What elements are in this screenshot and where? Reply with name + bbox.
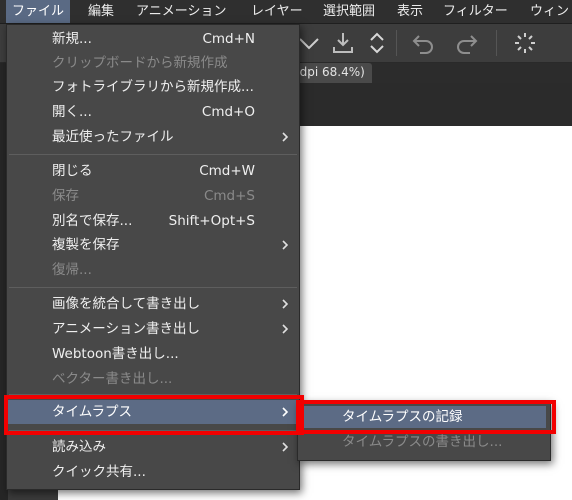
- menu-item-new[interactable]: 新規... Cmd+N: [7, 27, 299, 51]
- submenu-arrow-icon: [282, 132, 289, 142]
- submenu-item-label: タイムラプスの記録: [342, 409, 463, 425]
- redo-icon[interactable]: [454, 30, 480, 56]
- timelapse-submenu: タイムラプスの記録 タイムラプスの書き出し...: [297, 401, 551, 461]
- spinner-icon[interactable]: [512, 30, 538, 56]
- menu-file[interactable]: ファイル: [6, 0, 71, 23]
- submenu-arrow-icon: [282, 240, 289, 250]
- menu-item-close[interactable]: 閉じる Cmd+W: [7, 159, 299, 183]
- menu-item-label: Webtoon書き出し...: [52, 346, 179, 362]
- menu-item-shortcut: Cmd+W: [199, 163, 255, 179]
- menu-item-label: 開く...: [52, 104, 92, 120]
- menu-item-label: 読み込み: [52, 439, 106, 455]
- menu-item-label: 複製を保存: [52, 237, 120, 253]
- menu-item-new-from-clipboard[interactable]: クリップボードから新規作成: [7, 51, 299, 75]
- menu-item-label: フォトライブラリから新規作成...: [52, 79, 254, 95]
- submenu-arrow-icon: [282, 407, 289, 417]
- file-menu: 新規... Cmd+N クリップボードから新規作成 フォトライブラリから新規作成…: [6, 24, 300, 490]
- toolbar-divider: [396, 30, 397, 56]
- menu-bar: ファイル 編集 アニメーション レイヤー 選択範囲 表示 フィルター ウィン: [0, 0, 572, 24]
- menu-item-open[interactable]: 開く... Cmd+O: [7, 100, 299, 124]
- toolbar-divider: [496, 30, 497, 56]
- menu-item-label: 閉じる: [52, 163, 93, 179]
- menu-item-revert[interactable]: 復帰...: [7, 258, 299, 282]
- menu-layer[interactable]: レイヤー: [251, 0, 303, 23]
- menu-item-label: クリップボードから新規作成: [52, 55, 228, 71]
- stepper-icon[interactable]: [364, 30, 390, 56]
- menu-item-label: クイック共有...: [52, 464, 146, 480]
- submenu-arrow-icon: [282, 442, 289, 452]
- menu-item-shortcut: Shift+Opt+S: [168, 213, 255, 229]
- menu-item-export-flattened[interactable]: 画像を統合して書き出し: [7, 292, 299, 316]
- menu-item-recent-files[interactable]: 最近使ったファイル: [7, 125, 299, 149]
- submenu-arrow-icon: [282, 324, 289, 334]
- undo-icon[interactable]: [410, 30, 436, 56]
- menu-item-shortcut: Cmd+S: [203, 188, 255, 204]
- menu-item-label: 最近使ったファイル: [52, 129, 174, 145]
- menu-separator: [9, 287, 297, 288]
- menu-item-shortcut: Cmd+O: [201, 104, 255, 120]
- menu-item-shortcut: Cmd+N: [202, 31, 255, 47]
- menu-item-quick-share[interactable]: クイック共有...: [7, 460, 299, 484]
- menu-view[interactable]: 表示: [397, 0, 423, 23]
- menu-item-export-webtoon[interactable]: Webtoon書き出し...: [7, 342, 299, 366]
- menu-item-label: 画像を統合して書き出し: [52, 296, 201, 312]
- menu-item-export-vector[interactable]: ベクター書き出し...: [7, 367, 299, 391]
- download-icon[interactable]: [330, 30, 356, 56]
- menu-item-save[interactable]: 保存 Cmd+S: [7, 184, 299, 208]
- submenu-arrow-icon: [282, 299, 289, 309]
- menu-selection[interactable]: 選択範囲: [323, 0, 375, 23]
- menu-separator: [9, 154, 297, 155]
- submenu-item-label: タイムラプスの書き出し...: [342, 434, 503, 450]
- menu-item-label: 復帰...: [52, 262, 92, 278]
- menu-item-label: 保存: [52, 188, 79, 204]
- submenu-item-export-timelapse[interactable]: タイムラプスの書き出し...: [302, 431, 546, 453]
- menu-separator: [9, 430, 297, 431]
- menu-animation[interactable]: アニメーション: [136, 0, 226, 23]
- menu-edit[interactable]: 編集: [88, 0, 114, 23]
- menu-item-export-animation[interactable]: アニメーション書き出し: [7, 317, 299, 341]
- menu-item-label: 新規...: [52, 31, 92, 47]
- menu-item-import[interactable]: 読み込み: [7, 435, 299, 459]
- menu-item-label: タイムラプス: [52, 404, 133, 420]
- menu-item-save-as[interactable]: 別名で保存... Shift+Opt+S: [7, 209, 299, 233]
- submenu-item-record-timelapse[interactable]: タイムラプスの記録: [302, 406, 546, 428]
- menu-item-label: ベクター書き出し...: [52, 371, 173, 387]
- menu-separator: [9, 394, 297, 395]
- menu-filter[interactable]: フィルター: [443, 0, 508, 23]
- menu-item-save-duplicate[interactable]: 複製を保存: [7, 233, 299, 257]
- menu-item-label: 別名で保存...: [52, 213, 133, 229]
- menu-window[interactable]: ウィン: [530, 0, 569, 23]
- menu-item-new-from-photo-library[interactable]: フォトライブラリから新規作成...: [7, 75, 299, 99]
- document-tab-label: 0dpi 68.4%): [292, 65, 365, 79]
- menu-item-timelapse[interactable]: タイムラプス: [7, 400, 299, 424]
- menu-item-label: アニメーション書き出し: [52, 321, 200, 337]
